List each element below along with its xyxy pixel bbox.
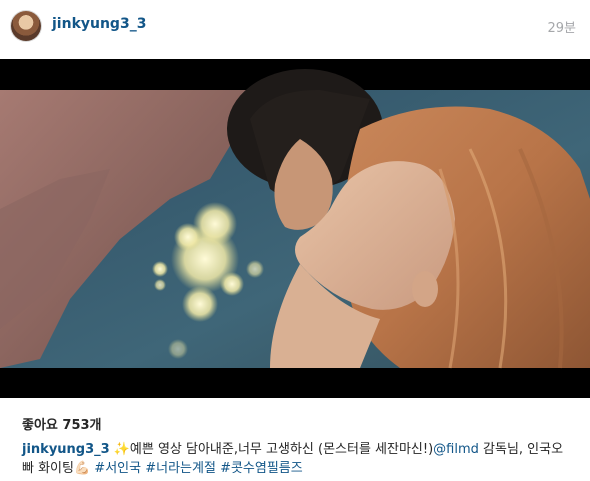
caption-username[interactable]: jinkyung3_3 [22,442,110,457]
hashtag[interactable]: #너라는계절 [145,461,216,476]
post-username[interactable]: jinkyung3_3 [52,16,146,32]
caption-text-1: ✨예쁜 영상 담아내준,너무 고생하신 (몬스터를 세잔마신!) [113,442,434,457]
profile-avatar[interactable] [11,11,41,41]
post-caption: jinkyung3_3 ✨예쁜 영상 담아내준,너무 고생하신 (몬스터를 세잔마… [22,440,572,478]
media-image [0,59,590,398]
hashtag[interactable]: #콧수염필름즈 [220,461,303,476]
post-media[interactable] [0,59,590,398]
like-count[interactable]: 좋아요 753개 [22,414,102,433]
hashtag[interactable]: #서인국 [94,461,141,476]
caption-mention[interactable]: @filmd [433,442,479,457]
post-header: jinkyung3_3 29분 [0,0,590,57]
post-timestamp[interactable]: 29분 [547,17,576,36]
